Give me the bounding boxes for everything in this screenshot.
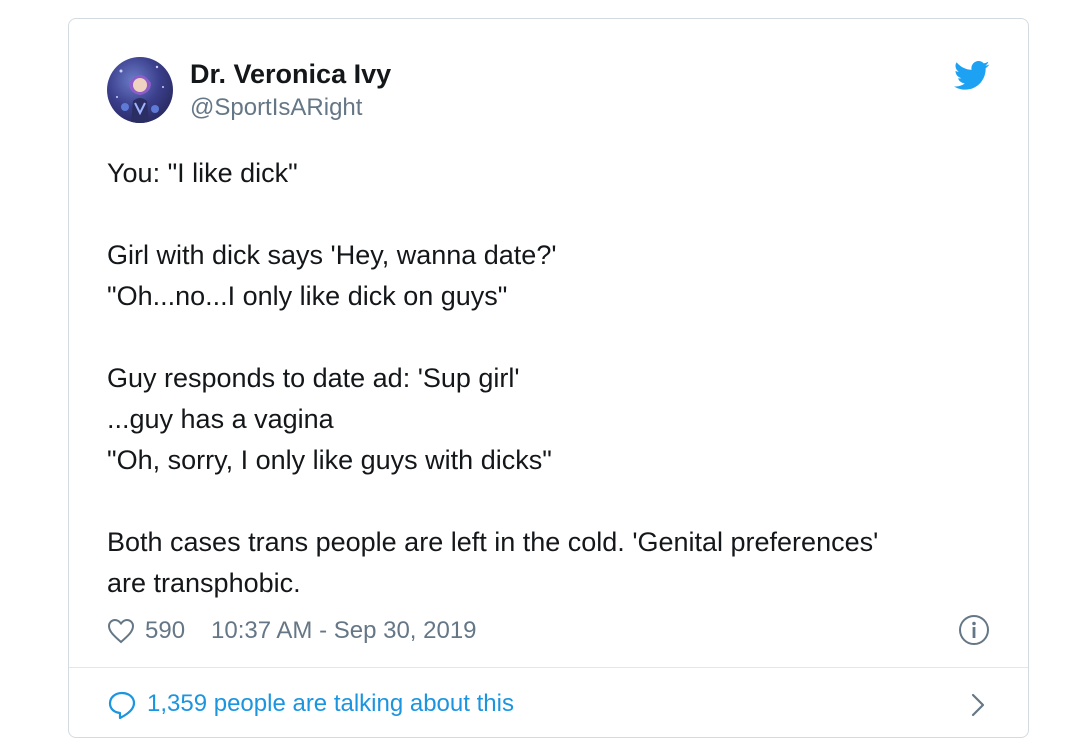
conversation-link[interactable]: 1,359 people are talking about this bbox=[107, 687, 990, 723]
tweet-card[interactable]: Dr. Veronica Ivy @SportIsARight You: "I … bbox=[68, 18, 1029, 738]
tweet-header: Dr. Veronica Ivy @SportIsARight bbox=[107, 57, 990, 127]
avatar[interactable] bbox=[107, 57, 173, 123]
avatar-illustration bbox=[116, 65, 164, 123]
tweet-timestamp[interactable]: 10:37 AM - Sep 30, 2019 bbox=[211, 617, 477, 645]
tweet-paragraph-blank bbox=[107, 194, 987, 235]
tweet-paragraph-4: Both cases trans people are left in the … bbox=[107, 527, 879, 598]
tweet-text: You: "I like dick" Girl with dick says '… bbox=[107, 153, 987, 604]
like-count[interactable]: 590 bbox=[145, 617, 185, 645]
info-icon[interactable] bbox=[958, 614, 990, 646]
reply-bubble-icon bbox=[108, 691, 136, 720]
tweet-paragraph-1: You: "I like dick" bbox=[107, 158, 298, 188]
author-name[interactable]: Dr. Veronica Ivy bbox=[190, 59, 391, 90]
author-handle[interactable]: @SportIsARight bbox=[190, 94, 362, 122]
divider bbox=[69, 667, 1028, 668]
tweet-meta: 590 10:37 AM - Sep 30, 2019 bbox=[107, 614, 990, 650]
talking-count-link[interactable]: 1,359 people are talking about this bbox=[147, 690, 514, 718]
twitter-bird-icon[interactable] bbox=[954, 61, 990, 91]
tweet-paragraph-blank bbox=[107, 317, 987, 358]
tweet-paragraph-2: Girl with dick says 'Hey, wanna date?' "… bbox=[107, 240, 557, 311]
heart-icon[interactable] bbox=[107, 618, 135, 644]
chevron-right-icon[interactable] bbox=[968, 691, 988, 719]
tweet-paragraph-3: Guy responds to date ad: 'Sup girl' ...g… bbox=[107, 363, 552, 475]
tweet-paragraph-blank bbox=[107, 481, 987, 522]
